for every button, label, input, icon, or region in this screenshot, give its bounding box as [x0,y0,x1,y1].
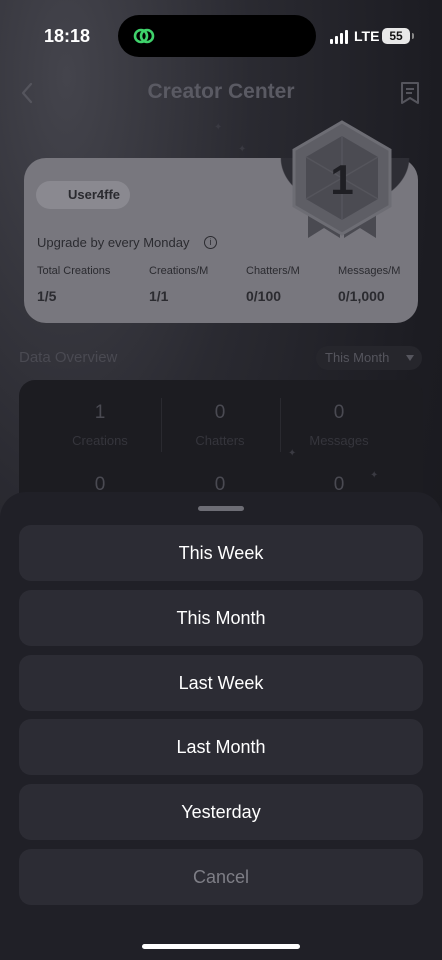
overview-label: Chatters [195,433,245,448]
stat-label: Messages/M [338,265,401,277]
option-last-month[interactable]: Last Month [19,719,423,775]
status-time: 18:18 [44,26,91,46]
stat-value: 1/1 [149,288,169,304]
cancel-button[interactable]: Cancel [19,849,423,905]
home-indicator[interactable] [142,944,300,949]
sheet-handle[interactable] [198,506,244,511]
upgrade-text: Upgrade by every Monday [37,235,190,250]
overview-value: 0 [214,402,226,423]
sparkle-icon: ✦ [370,470,379,481]
stat-label: Total Creations [37,265,111,277]
stat-value: 0/100 [246,288,282,304]
signal-icon [330,30,348,44]
level-medal-icon: 1 [292,120,392,238]
sparkle-icon: ✦ [238,144,247,155]
battery-icon: 55 [382,28,414,44]
sparkle-icon: ✦ [214,122,223,133]
overview-value: 1 [94,402,106,423]
overview-value: 0 [333,402,345,423]
caret-down-icon [406,355,414,361]
screen: 18:18 LTE 55 Creator Center ✦ ✦ 1 User4f… [0,0,442,960]
username-chip[interactable]: User4ffe [36,181,131,209]
data-overview-title: Data Overview [19,349,118,366]
stat-label: Creations/M [149,265,209,277]
network-type: LTE [354,28,380,44]
option-yesterday[interactable]: Yesterday [19,784,423,840]
info-icon[interactable]: i [204,236,217,249]
option-last-week[interactable]: Last Week [19,655,423,711]
stat-label: Chatters/M [246,265,300,277]
level-number: 1 [330,156,353,203]
period-select-value: This Month [325,350,390,365]
period-select[interactable]: This Month [316,346,422,370]
overview-label: Creations [72,433,128,448]
stat-value: 1/5 [37,288,57,304]
page-title: Creator Center [147,80,295,103]
option-this-month[interactable]: This Month [19,590,423,646]
bookmark-list-icon[interactable] [398,80,422,106]
dynamic-island [118,15,316,57]
overview-label: Messages [309,433,369,448]
option-this-week[interactable]: This Week [19,525,423,581]
stat-value: 0/1,000 [338,288,385,304]
status-bar: 18:18 LTE 55 [0,0,442,72]
sparkle-icon: ✦ [288,448,297,459]
link-icon [133,28,155,44]
